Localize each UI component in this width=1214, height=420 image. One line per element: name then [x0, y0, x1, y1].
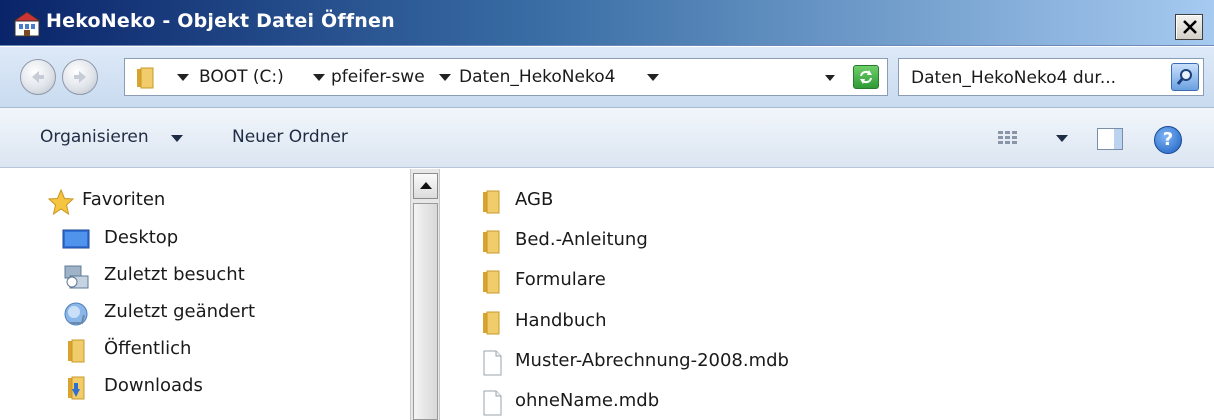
command-bar: Organisieren Neuer Ordner ?: [0, 108, 1214, 168]
file-name: Muster-Abrechnung-2008.mdb: [515, 350, 789, 371]
search-field[interactable]: Daten_HekoNeko4 dur...: [898, 58, 1204, 96]
file-list: AGB Bed.-Anleitung Formulare Handbuch Mu…: [441, 169, 1214, 420]
search-placeholder: Daten_HekoNeko4 dur...: [911, 68, 1117, 88]
close-icon: [1183, 20, 1197, 34]
folder-icon: [479, 309, 505, 337]
document-icon: [479, 389, 505, 417]
sidebar-item-label: Öffentlich: [104, 338, 192, 359]
app-icon: [12, 11, 42, 37]
back-button[interactable]: [20, 59, 56, 95]
breadcrumb-user[interactable]: pfeifer-swe: [331, 67, 425, 87]
help-icon[interactable]: ?: [1154, 126, 1182, 154]
navigation-pane: Favoriten Desktop Zuletzt besucht Zuletz…: [0, 169, 410, 420]
window-title: HekoNeko - Objekt Datei Öffnen: [46, 10, 395, 32]
sidebar-item-label: Desktop: [104, 227, 179, 248]
recent-places-icon: [62, 264, 90, 290]
refresh-icon: [860, 70, 872, 84]
breadcrumb-arrow[interactable]: [647, 74, 659, 81]
title-bar: HekoNeko - Objekt Datei Öffnen: [0, 0, 1214, 46]
scroll-up-arrow-icon: [420, 182, 432, 189]
file-name: Handbuch: [515, 310, 607, 331]
breadcrumb-folder[interactable]: Daten_HekoNeko4: [459, 67, 615, 87]
close-button[interactable]: [1175, 14, 1203, 40]
sidebar-item-label: Zuletzt geändert: [104, 301, 255, 322]
forward-button[interactable]: [62, 59, 98, 95]
sidebar-item-label: Zuletzt besucht: [104, 264, 245, 285]
preview-pane-icon[interactable]: [1097, 128, 1123, 150]
address-row: BOOT (C:) pfeifer-swe Daten_HekoNeko4 Da…: [0, 47, 1214, 108]
back-arrow-icon: [32, 71, 44, 83]
folder-icon: [479, 228, 505, 256]
file-name: ohneName.mdb: [515, 390, 660, 411]
breadcrumb-arrow[interactable]: [177, 74, 189, 81]
folder-icon: [62, 338, 90, 364]
scroll-up-button[interactable]: [413, 173, 438, 199]
breadcrumb-drive[interactable]: BOOT (C:): [199, 67, 284, 87]
file-name: AGB: [515, 189, 554, 210]
address-bar[interactable]: BOOT (C:) pfeifer-swe Daten_HekoNeko4: [124, 58, 888, 96]
view-dropdown-arrow[interactable]: [1056, 135, 1068, 142]
address-history-dropdown[interactable]: [825, 75, 835, 81]
organize-dropdown-arrow[interactable]: [171, 135, 183, 142]
downloads-folder-icon: [62, 375, 90, 401]
folder-icon: [479, 188, 505, 216]
sidebar-item-label: Downloads: [104, 375, 203, 396]
search-button[interactable]: [1171, 63, 1199, 91]
desktop-icon: [62, 227, 90, 253]
organize-button[interactable]: Organisieren: [40, 127, 149, 147]
folder-icon: [135, 66, 157, 94]
breadcrumb-arrow[interactable]: [439, 74, 451, 81]
search-icon: [1176, 69, 1192, 85]
file-name: Formulare: [515, 269, 606, 290]
recently-changed-icon: [62, 301, 90, 327]
forward-arrow-icon: [74, 71, 86, 83]
favorites-label: Favoriten: [82, 189, 166, 210]
navigation-scrollbar[interactable]: [410, 169, 440, 420]
folder-icon: [479, 268, 505, 296]
scroll-thumb[interactable]: [413, 203, 438, 420]
file-name: Bed.-Anleitung: [515, 229, 648, 250]
star-icon: [47, 188, 76, 216]
view-options-icon[interactable]: [998, 130, 1024, 154]
new-folder-button[interactable]: Neuer Ordner: [232, 127, 348, 147]
document-icon: [479, 349, 505, 377]
breadcrumb-arrow[interactable]: [313, 74, 325, 81]
refresh-button[interactable]: [853, 65, 879, 89]
